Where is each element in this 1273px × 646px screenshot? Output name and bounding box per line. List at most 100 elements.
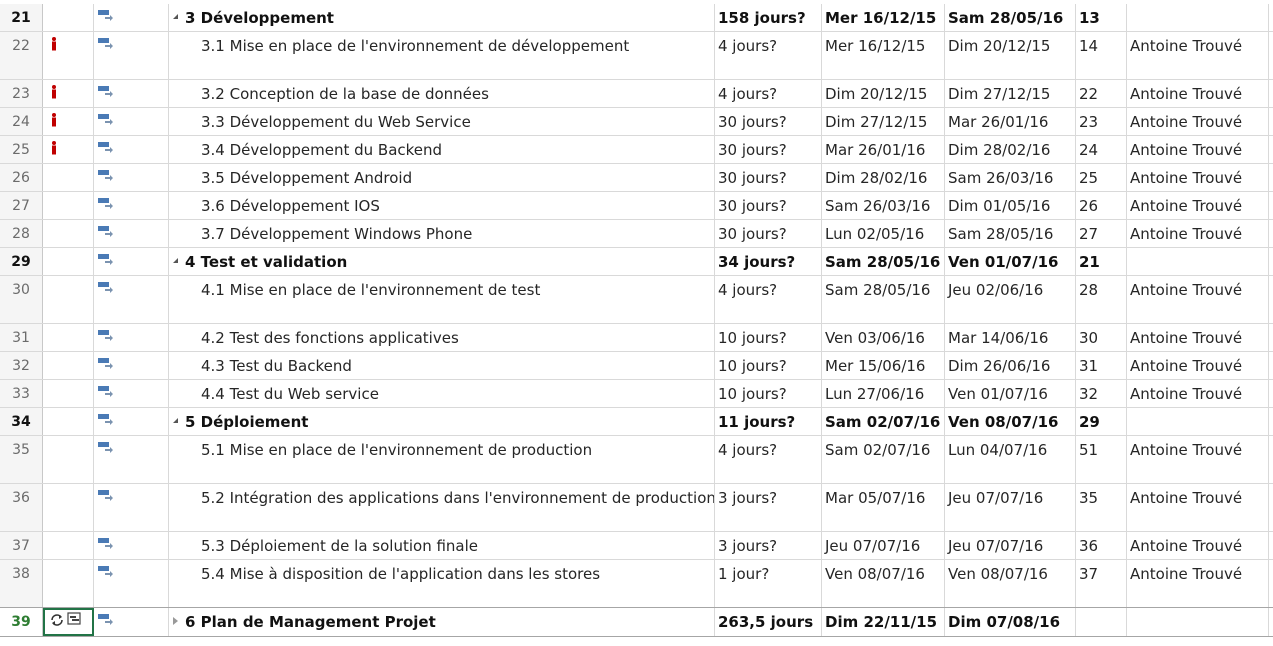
end-date-cell[interactable]: Dim 01/05/16 [945,192,1076,219]
resource-names-cell[interactable]: Antoine Trouvé [1127,532,1269,559]
indicator-cell[interactable] [43,532,94,559]
resource-names-cell[interactable]: Antoine Trouvé [1127,164,1269,191]
task-name-cell[interactable]: 5.4 Mise à disposition de l'application … [169,560,715,607]
end-date-cell[interactable]: Sam 28/05/16 [945,220,1076,247]
predecessors-cell[interactable]: 28 [1076,276,1127,323]
task-mode-cell[interactable] [94,108,169,135]
duration-cell[interactable]: 30 jours? [715,220,822,247]
predecessors-cell[interactable]: 30 [1076,324,1127,351]
end-date-cell[interactable]: Dim 20/12/15 [945,32,1076,79]
row-id-cell[interactable]: 21 [0,4,43,31]
end-date-cell[interactable]: Mar 26/01/16 [945,108,1076,135]
task-row[interactable]: 31 4.2 Test des fonctions applicatives 10 … [0,324,1273,352]
resource-names-cell[interactable]: Antoine Trouvé [1127,220,1269,247]
duration-cell[interactable]: 1 jour? [715,560,822,607]
resource-names-cell[interactable]: Antoine Trouvé [1127,32,1269,79]
end-date-cell[interactable]: Sam 26/03/16 [945,164,1076,191]
row-id-cell[interactable]: 31 [0,324,43,351]
duration-cell[interactable]: 10 jours? [715,380,822,407]
indicator-cell[interactable] [43,276,94,323]
task-name-cell[interactable]: 4.1 Mise en place de l'environnement de … [169,276,715,323]
task-mode-cell[interactable] [94,220,169,247]
resource-names-cell[interactable]: Antoine Trouvé [1127,352,1269,379]
indicator-cell[interactable] [43,324,94,351]
task-mode-cell[interactable] [94,532,169,559]
resource-names-cell[interactable]: Antoine Trouvé [1127,560,1269,607]
task-name-cell[interactable]: 3.4 Développement du Backend [169,136,715,163]
end-date-cell[interactable]: Ven 01/07/16 [945,248,1076,275]
predecessors-cell[interactable]: 35 [1076,484,1127,531]
indicator-cell[interactable] [43,560,94,607]
indicator-cell[interactable] [43,4,94,31]
predecessors-cell[interactable]: 29 [1076,408,1127,435]
end-date-cell[interactable]: Mar 14/06/16 [945,324,1076,351]
resource-names-cell[interactable] [1127,608,1269,636]
task-mode-cell[interactable] [94,436,169,483]
resource-names-cell[interactable] [1127,248,1269,275]
start-date-cell[interactable]: Sam 28/05/16 [822,248,945,275]
resource-names-cell[interactable]: Antoine Trouvé [1127,436,1269,483]
start-date-cell[interactable]: Mar 05/07/16 [822,484,945,531]
resource-names-cell[interactable]: Antoine Trouvé [1127,380,1269,407]
resource-names-cell[interactable]: Antoine Trouvé [1127,484,1269,531]
start-date-cell[interactable]: Mer 15/06/16 [822,352,945,379]
predecessors-cell[interactable]: 23 [1076,108,1127,135]
duration-cell[interactable]: 34 jours? [715,248,822,275]
task-mode-cell[interactable] [94,192,169,219]
start-date-cell[interactable]: Mer 16/12/15 [822,4,945,31]
row-id-cell[interactable]: 34 [0,408,43,435]
row-id-cell[interactable]: 23 [0,80,43,107]
summary-task-row[interactable]: 29 4 Test et validation 34 jours? Sam 28/05… [0,248,1273,276]
resource-names-cell[interactable]: Antoine Trouvé [1127,276,1269,323]
task-name-cell[interactable]: 3.2 Conception de la base de données [169,80,715,107]
task-row[interactable]: 37 5.3 Déploiement de la solution finale 3… [0,532,1273,560]
task-name-cell[interactable]: 3.1 Mise en place de l'environnement de … [169,32,715,79]
task-row[interactable]: 38 5.4 Mise à disposition de l'applicatio… [0,560,1273,608]
resource-names-cell[interactable] [1127,4,1269,31]
row-id-cell[interactable]: 28 [0,220,43,247]
collapse-triangle-icon[interactable] [173,418,178,423]
task-mode-cell[interactable] [94,136,169,163]
predecessors-cell[interactable]: 32 [1076,380,1127,407]
row-id-cell[interactable]: 35 [0,436,43,483]
indicator-cell[interactable] [43,80,94,107]
task-name-cell[interactable]: 6 Plan de Management Projet [169,608,715,636]
indicator-cell[interactable] [43,352,94,379]
task-name-cell[interactable]: 3.5 Développement Android [169,164,715,191]
task-row[interactable]: 25 3.4 Développement du Backend 30 jours? M… [0,136,1273,164]
summary-task-row[interactable]: 21 3 Développement 158 jours? Mer 16/12/15 S… [0,4,1273,32]
row-id-cell[interactable]: 39 [0,608,43,636]
duration-cell[interactable]: 158 jours? [715,4,822,31]
predecessors-cell[interactable]: 22 [1076,80,1127,107]
task-mode-cell[interactable] [94,4,169,31]
resource-names-cell[interactable]: Antoine Trouvé [1127,192,1269,219]
summary-task-row[interactable]: 39 6 Plan de Management Projet 263,5 jours… [0,607,1273,637]
row-id-cell[interactable]: 33 [0,380,43,407]
task-row[interactable]: 32 4.3 Test du Backend 10 jours? Mer 15/06/… [0,352,1273,380]
task-name-cell[interactable]: 5.3 Déploiement de la solution finale [169,532,715,559]
indicator-cell[interactable] [43,192,94,219]
task-row[interactable]: 30 4.1 Mise en place de l'environnement d… [0,276,1273,324]
end-date-cell[interactable]: Dim 27/12/15 [945,80,1076,107]
task-name-cell[interactable]: 3.7 Développement Windows Phone [169,220,715,247]
indicator-cell[interactable] [43,164,94,191]
row-id-cell[interactable]: 26 [0,164,43,191]
start-date-cell[interactable]: Sam 02/07/16 [822,408,945,435]
start-date-cell[interactable]: Ven 08/07/16 [822,560,945,607]
task-name-cell[interactable]: 5 Déploiement [169,408,715,435]
task-row[interactable]: 24 3.3 Développement du Web Service 30 jou… [0,108,1273,136]
start-date-cell[interactable]: Dim 22/11/15 [822,608,945,636]
start-date-cell[interactable]: Jeu 07/07/16 [822,532,945,559]
end-date-cell[interactable]: Dim 07/08/16 [945,608,1076,636]
task-row[interactable]: 28 3.7 Développement Windows Phone 30 jour… [0,220,1273,248]
end-date-cell[interactable]: Ven 01/07/16 [945,380,1076,407]
duration-cell[interactable]: 3 jours? [715,532,822,559]
collapse-triangle-icon[interactable] [173,258,178,263]
summary-task-row[interactable]: 34 5 Déploiement 11 jours? Sam 02/07/16 Ven … [0,408,1273,436]
indicator-cell[interactable] [43,32,94,79]
end-date-cell[interactable]: Dim 26/06/16 [945,352,1076,379]
duration-cell[interactable]: 10 jours? [715,352,822,379]
task-mode-cell[interactable] [94,80,169,107]
end-date-cell[interactable]: Jeu 07/07/16 [945,484,1076,531]
start-date-cell[interactable]: Mar 26/01/16 [822,136,945,163]
